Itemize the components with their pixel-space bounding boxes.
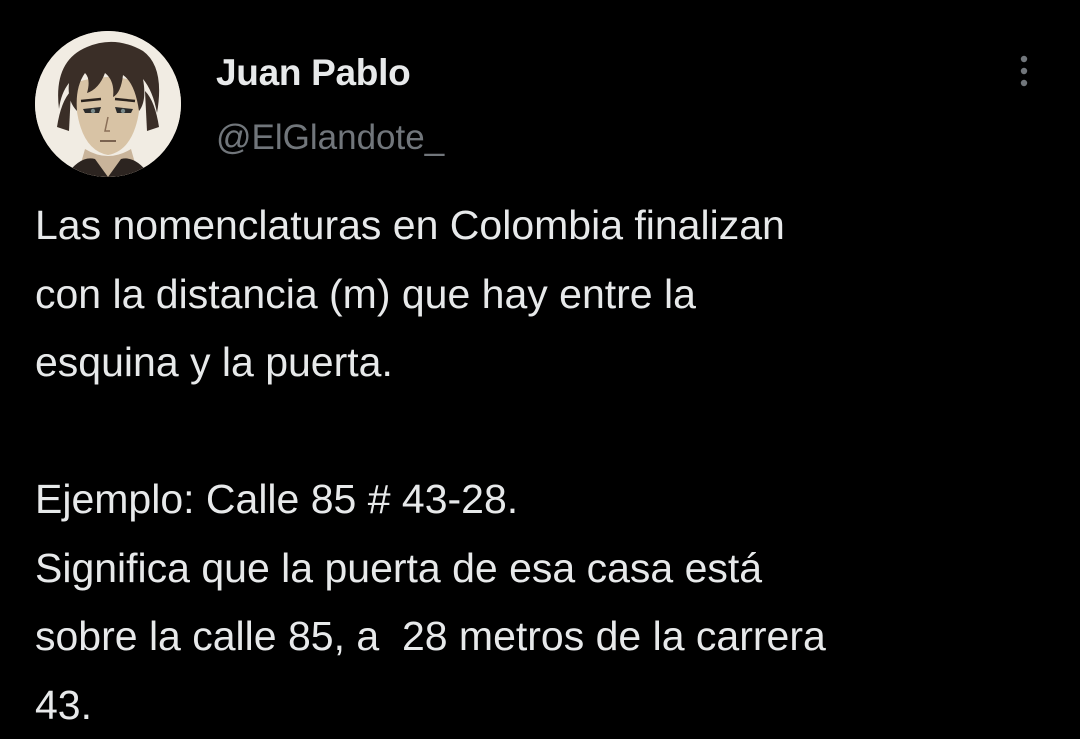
tweet-line: 43. [35,671,1055,739]
more-options-button[interactable] [1008,50,1040,94]
anime-character-avatar-icon [35,31,181,177]
tweet-card: Juan Pablo @ElGlandote_ Las nomenclatura… [0,0,1080,717]
author-name[interactable]: Juan Pablo [216,52,410,94]
tweet-line: Significa que la puerta de esa casa está [35,534,1055,603]
tweet-line: sobre la calle 85, a 28 metros de la car… [35,602,1055,671]
tweet-line: con la distancia (m) que hay entre la [35,260,1055,329]
tweet-line: esquina y la puerta. [35,328,1055,397]
paragraph-spacer [35,397,1055,466]
author-handle[interactable]: @ElGlandote_ [216,118,444,158]
tweet-line: Ejemplo: Calle 85 # 43-28. [35,465,1055,534]
tweet-line: Las nomenclaturas en Colombia finalizan [35,191,1055,260]
avatar[interactable] [35,31,181,177]
more-vertical-icon [1008,50,1040,94]
tweet-text: Las nomenclaturas en Colombia finalizan … [35,191,1055,739]
